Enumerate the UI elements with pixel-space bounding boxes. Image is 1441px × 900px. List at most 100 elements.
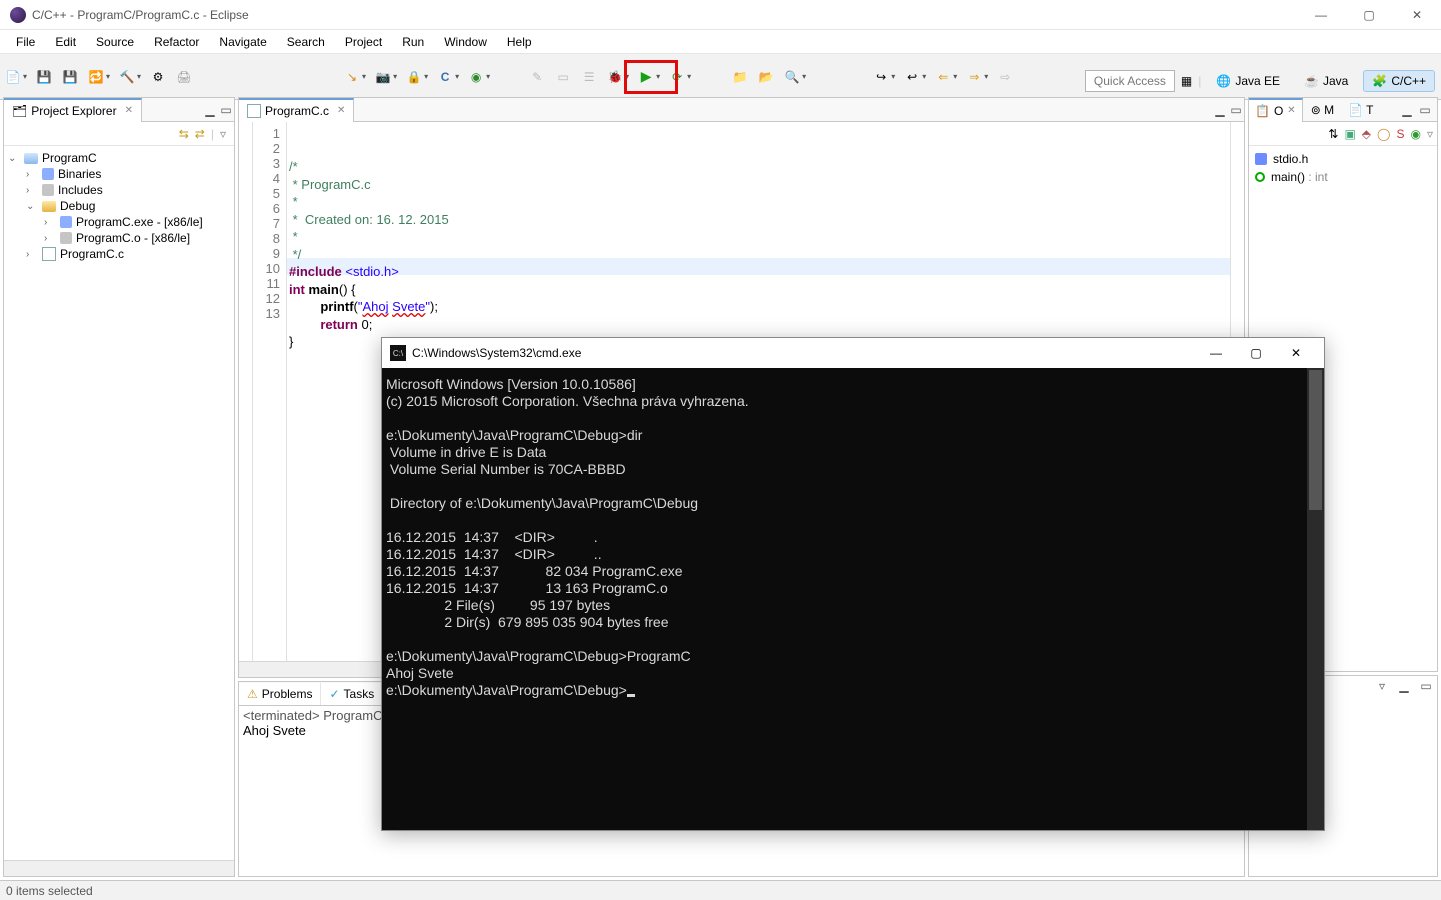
maximize-editor-icon[interactable]: ▭	[1228, 103, 1244, 117]
wand-icon: ✎	[528, 68, 546, 86]
close-tab-icon[interactable]: ✕	[125, 105, 133, 116]
back-button[interactable]: ⇐▾	[934, 68, 957, 86]
close-tab-icon[interactable]: ✕	[337, 105, 345, 116]
editor-tab-label: ProgramC.c	[265, 104, 329, 118]
debug-step-button[interactable]: ↘▾	[343, 68, 366, 86]
perspective-java[interactable]: ☕ Java	[1295, 70, 1357, 92]
open-perspective-icon[interactable]: ▦	[1181, 74, 1192, 88]
tree-debug[interactable]: Debug	[60, 199, 95, 213]
maximize-button[interactable]: ▢	[1355, 8, 1383, 22]
camera-button[interactable]: 📷▾	[374, 68, 397, 86]
new-button[interactable]: 📄▾	[4, 68, 27, 86]
outline-tab-m[interactable]: ⊚ M	[1305, 99, 1340, 121]
maximize-outline-icon[interactable]: ▭	[1417, 103, 1433, 117]
project-explorer-hscroll[interactable]	[4, 860, 234, 876]
quick-access[interactable]: Quick Access	[1085, 70, 1175, 92]
folder-icon	[42, 201, 56, 212]
collapse-all-icon[interactable]: ⇆	[179, 127, 189, 141]
project-explorer-tab[interactable]: 🗂 Project Explorer ✕	[4, 98, 142, 122]
book-icon: ▭	[554, 68, 572, 86]
outline-tab-o[interactable]: 📋 O ✕	[1249, 98, 1303, 122]
hide-fields-icon[interactable]: ▣	[1344, 127, 1355, 141]
menu-run[interactable]: Run	[392, 33, 434, 51]
tree-includes[interactable]: Includes	[58, 183, 103, 197]
hide-nonpublic-icon[interactable]: ◯	[1377, 127, 1390, 141]
lock-button[interactable]: 🔒▾	[405, 68, 428, 86]
editor-tab-programc[interactable]: ProgramC.c ✕	[239, 98, 354, 122]
project-c-button[interactable]: C▾	[436, 68, 459, 86]
blank-menu-icon[interactable]: ▿	[1374, 679, 1390, 693]
cmd-scrollbar[interactable]	[1307, 368, 1324, 830]
tree-obj[interactable]: ProgramC.o - [x86/le]	[76, 231, 190, 245]
menu-window[interactable]: Window	[434, 33, 497, 51]
folder-icon: 🗂	[12, 104, 27, 118]
cmd-close-button[interactable]: ✕	[1276, 346, 1316, 360]
menu-project[interactable]: Project	[335, 33, 392, 51]
save-all-button[interactable]: 💾	[61, 68, 79, 86]
window-buttons: — ▢ ✕	[1307, 8, 1431, 22]
outline-tab-t[interactable]: 📄 T	[1342, 99, 1379, 121]
outline-main[interactable]: main() : int	[1255, 168, 1431, 186]
debug-button[interactable]: 🐞▾	[606, 68, 629, 86]
minimize-outline-icon[interactable]: ▁	[1399, 103, 1415, 117]
target-button[interactable]: ◉▾	[467, 68, 490, 86]
tab-tasks[interactable]: ✓Tasks	[321, 683, 383, 705]
tree-exe[interactable]: ProgramC.exe - [x86/le]	[76, 215, 203, 229]
search-button[interactable]: 🔍▾	[783, 68, 806, 86]
nav-out-button[interactable]: ↩▾	[903, 68, 926, 86]
menu-refactor[interactable]: Refactor	[144, 33, 209, 51]
cursor-icon	[627, 694, 635, 697]
status-text: 0 items selected	[6, 884, 93, 898]
includes-icon	[42, 184, 54, 196]
build-button[interactable]: 🔨▾	[118, 68, 141, 86]
menu-navigate[interactable]: Navigate	[209, 33, 276, 51]
tree-project[interactable]: ⌄ProgramC	[6, 150, 232, 166]
cfg-button[interactable]: ⚙	[149, 68, 167, 86]
new-proj-button[interactable]: 📁	[731, 68, 749, 86]
new-folder-button[interactable]: 📂	[757, 68, 775, 86]
nav-in-button[interactable]: ↪▾	[872, 68, 895, 86]
cfile-icon	[42, 247, 56, 261]
menu-source[interactable]: Source	[86, 33, 144, 51]
maximize-view-icon[interactable]: ▭	[218, 103, 234, 117]
outline-stdio[interactable]: stdio.h	[1255, 150, 1431, 168]
filter-s-icon[interactable]: S	[1396, 127, 1404, 141]
minimize-editor-icon[interactable]: ▁	[1212, 103, 1228, 117]
filter-target-icon[interactable]: ◉	[1410, 127, 1420, 141]
link-editor-icon[interactable]: ⇄	[195, 127, 205, 141]
header-icon	[1255, 153, 1267, 165]
blank-maximize-icon[interactable]: ▭	[1418, 679, 1434, 693]
sort-icon[interactable]: ⇅	[1328, 127, 1338, 141]
window-titlebar: C/C++ - ProgramC/ProgramC.c - Eclipse — …	[0, 0, 1441, 30]
tree-srcfile[interactable]: ProgramC.c	[60, 247, 124, 261]
folding-strip[interactable]	[239, 122, 253, 661]
minimize-view-icon[interactable]: ▁	[202, 103, 218, 117]
perspective-javaee[interactable]: 🌐 Java EE	[1207, 70, 1289, 92]
menu-help[interactable]: Help	[497, 33, 542, 51]
tab-problems[interactable]: ⚠Problems	[239, 683, 321, 705]
switch-editor-button[interactable]: 🔁▾	[87, 68, 110, 86]
obj-icon	[60, 232, 72, 244]
outline-menu-icon[interactable]: ▿	[1427, 127, 1433, 141]
run-last-button[interactable]: ⟳▾	[668, 68, 691, 86]
run-button[interactable]: ▶▾	[637, 68, 660, 86]
pin-icon: ⇨	[996, 68, 1014, 86]
menu-edit[interactable]: Edit	[45, 33, 86, 51]
cmd-window[interactable]: C:\ C:\Windows\System32\cmd.exe — ▢ ✕ Mi…	[381, 337, 1325, 831]
project-tree[interactable]: ⌄ProgramC ›Binaries ›Includes ⌄Debug ›Pr…	[4, 146, 234, 860]
cmd-terminal[interactable]: Microsoft Windows [Version 10.0.10586] (…	[382, 368, 1324, 830]
forward-button[interactable]: ⇒▾	[965, 68, 988, 86]
tree-binaries[interactable]: Binaries	[58, 167, 101, 181]
cmd-maximize-button[interactable]: ▢	[1236, 346, 1276, 360]
menu-file[interactable]: File	[6, 33, 45, 51]
perspective-cpp[interactable]: 🧩 C/C++	[1363, 70, 1435, 92]
blank-minimize-icon[interactable]: ▁	[1396, 679, 1412, 693]
save-button[interactable]: 💾	[35, 68, 53, 86]
hide-static-icon[interactable]: ⬘	[1362, 127, 1371, 141]
window-title: C/C++ - ProgramC/ProgramC.c - Eclipse	[32, 8, 1307, 22]
view-menu-icon[interactable]: ▿	[220, 127, 226, 141]
close-button[interactable]: ✕	[1403, 8, 1431, 22]
menubar: File Edit Source Refactor Navigate Searc…	[0, 30, 1441, 54]
minimize-button[interactable]: —	[1307, 8, 1335, 22]
menu-search[interactable]: Search	[277, 33, 335, 51]
